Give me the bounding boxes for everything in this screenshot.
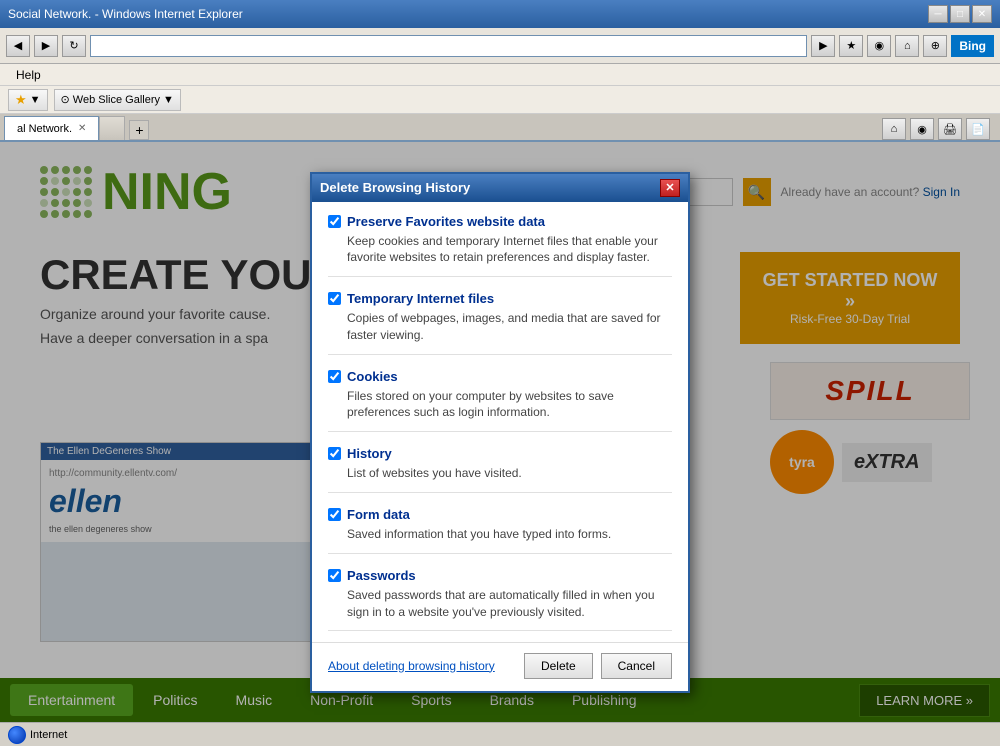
window-title: Social Network. - Windows Internet Explo…	[8, 7, 928, 21]
window-controls: ─ □ ✕	[928, 5, 992, 23]
reload-button[interactable]: ↻	[62, 35, 86, 57]
dialog-item-3: History List of websites you have visite…	[328, 446, 672, 493]
checkbox-form-data[interactable]	[328, 508, 341, 521]
address-bar: ◀ ▶ ↻ m/ ▶ ★ ◉ ⌂ ⊕ Bing	[0, 28, 1000, 64]
internet-zone-label: Internet	[30, 729, 67, 741]
favorites-button[interactable]: ★ ▼	[8, 89, 48, 111]
print-button[interactable]: ⊕	[923, 35, 947, 57]
tab-print-button[interactable]: 🖨	[938, 118, 962, 140]
tab-1[interactable]	[99, 116, 125, 140]
tab-page-button[interactable]: 📄	[966, 118, 990, 140]
menu-bar: Help	[0, 64, 1000, 86]
dialog-item-header-0: Preserve Favorites website data	[328, 214, 672, 229]
new-tab-button[interactable]: +	[129, 120, 149, 140]
tab-label-0: al Network.	[17, 123, 72, 135]
favorites-star-button[interactable]: ★	[839, 35, 863, 57]
dialog-item-header-4: Form data	[328, 507, 672, 522]
dialog-item-5: Passwords Saved passwords that are autom…	[328, 568, 672, 632]
status-bar: Internet	[0, 722, 1000, 746]
modal-overlay: Delete Browsing History ✕ Preserve Favor…	[0, 142, 1000, 722]
webslice-gallery-button[interactable]: ⊙ Web Slice Gallery ▼	[54, 89, 181, 111]
dialog-item-0: Preserve Favorites website data Keep coo…	[328, 214, 672, 278]
webslice-label: Web Slice Gallery	[73, 94, 160, 106]
dialog-footer: About deleting browsing history Delete C…	[312, 642, 688, 691]
item-desc-5: Saved passwords that are automatically f…	[347, 587, 672, 621]
item-title-1: Temporary Internet files	[347, 291, 494, 306]
dialog-item-1: Temporary Internet files Copies of webpa…	[328, 291, 672, 355]
item-desc-3: List of websites you have visited.	[347, 465, 672, 482]
delete-browsing-history-dialog: Delete Browsing History ✕ Preserve Favor…	[310, 172, 690, 693]
item-title-2: Cookies	[347, 369, 398, 384]
address-input[interactable]: m/	[90, 35, 807, 57]
minimize-button[interactable]: ─	[928, 5, 948, 23]
checkbox-temp-files[interactable]	[328, 292, 341, 305]
webslice-arrow-icon: ▼	[163, 94, 174, 106]
internet-zone-icon	[8, 726, 26, 744]
tab-0[interactable]: al Network. ✕	[4, 116, 99, 140]
dialog-close-button[interactable]: ✕	[660, 179, 680, 197]
favorites-label: ▼	[30, 94, 41, 106]
bing-button[interactable]: Bing	[951, 35, 994, 57]
about-browsing-link[interactable]: About deleting browsing history	[328, 659, 516, 673]
dialog-item-4: Form data Saved information that you hav…	[328, 507, 672, 554]
checkbox-cookies[interactable]	[328, 370, 341, 383]
dialog-titlebar: Delete Browsing History ✕	[312, 174, 688, 202]
dialog-item-header-3: History	[328, 446, 672, 461]
item-title-0: Preserve Favorites website data	[347, 214, 545, 229]
item-title-4: Form data	[347, 507, 410, 522]
item-desc-2: Files stored on your computer by website…	[347, 388, 672, 422]
forward-button[interactable]: ▶	[34, 35, 58, 57]
dialog-item-header-1: Temporary Internet files	[328, 291, 672, 306]
item-title-3: History	[347, 446, 392, 461]
cancel-button[interactable]: Cancel	[601, 653, 672, 679]
close-window-button[interactable]: ✕	[972, 5, 992, 23]
dialog-body: Preserve Favorites website data Keep coo…	[312, 202, 688, 642]
dialog-item-2: Cookies Files stored on your computer by…	[328, 369, 672, 433]
dialog-title: Delete Browsing History	[320, 180, 660, 195]
item-desc-0: Keep cookies and temporary Internet file…	[347, 233, 672, 267]
star-icon: ★	[15, 92, 27, 108]
item-title-5: Passwords	[347, 568, 416, 583]
title-bar: Social Network. - Windows Internet Explo…	[0, 0, 1000, 28]
webslice-icon: ⊙	[61, 93, 70, 106]
maximize-button[interactable]: □	[950, 5, 970, 23]
dialog-item-header-5: Passwords	[328, 568, 672, 583]
checkbox-passwords[interactable]	[328, 569, 341, 582]
home-button[interactable]: ⌂	[895, 35, 919, 57]
tab-bar: al Network. ✕ + ⌂ ◉ 🖨 📄	[0, 114, 1000, 142]
address-go-button[interactable]: ▶	[811, 35, 835, 57]
tab-home-button[interactable]: ⌂	[882, 118, 906, 140]
tab-rss-button[interactable]: ◉	[910, 118, 934, 140]
menu-help[interactable]: Help	[8, 68, 49, 82]
browser-content: NING 🔍 Already have an account? Sign In …	[0, 142, 1000, 722]
item-desc-4: Saved information that you have typed in…	[347, 526, 672, 543]
toolbar: ★ ▼ ⊙ Web Slice Gallery ▼	[0, 86, 1000, 114]
back-button[interactable]: ◀	[6, 35, 30, 57]
dialog-item-header-2: Cookies	[328, 369, 672, 384]
checkbox-history[interactable]	[328, 447, 341, 460]
item-desc-1: Copies of webpages, images, and media th…	[347, 310, 672, 344]
checkbox-preserve-favorites[interactable]	[328, 215, 341, 228]
delete-button[interactable]: Delete	[524, 653, 593, 679]
tab-close-0[interactable]: ✕	[78, 123, 86, 134]
rss-button[interactable]: ◉	[867, 35, 891, 57]
